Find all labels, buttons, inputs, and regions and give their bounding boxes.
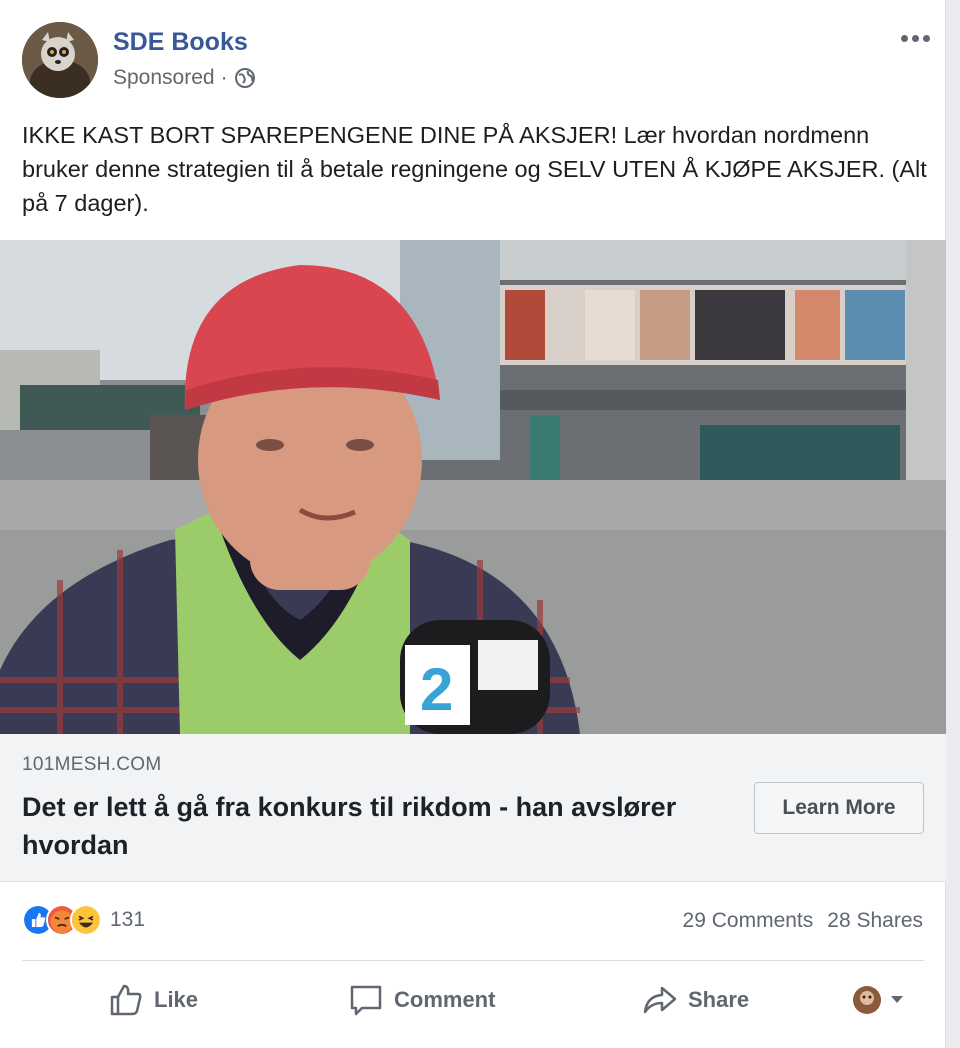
engagement-stats: 29 Comments 28 Shares: [683, 909, 923, 933]
thumbs-up-icon: [110, 984, 142, 1016]
shares-count-link[interactable]: 28 Shares: [827, 909, 923, 933]
haha-reaction-icon: [70, 904, 102, 936]
link-preview[interactable]: 101MESH.COM Det er lett å gå fra konkurs…: [0, 734, 946, 882]
separator-dot: ·: [220, 66, 228, 89]
page-avatar[interactable]: [22, 22, 98, 98]
reaction-count[interactable]: 131: [110, 908, 145, 932]
share-label: Share: [688, 987, 750, 1012]
comments-count-link[interactable]: 29 Comments: [683, 909, 814, 933]
like-label: Like: [154, 987, 199, 1012]
like-button[interactable]: Like: [108, 976, 198, 1024]
sponsored-label[interactable]: Sponsored: [113, 66, 215, 90]
more-options-icon[interactable]: [890, 24, 940, 52]
sponsored-post-card: SDE Books Sponsored · IKKE KAST BORT SPA…: [0, 0, 946, 1048]
page-name-link[interactable]: SDE Books: [113, 28, 248, 57]
comment-bubble-icon: [350, 985, 382, 1016]
user-avatar-icon: [853, 986, 881, 1014]
reaction-summary[interactable]: 131: [22, 904, 145, 936]
post-message: IKKE KAST BORT SPAREPENGENE DINE PÅ AKSJ…: [22, 122, 927, 216]
learn-more-button[interactable]: Learn More: [754, 782, 924, 834]
comment-button[interactable]: Comment: [348, 976, 495, 1024]
post-image[interactable]: 2: [0, 240, 946, 734]
share-arrow-icon: [643, 986, 677, 1014]
sponsored-row: Sponsored ·: [113, 66, 256, 90]
link-headline[interactable]: Det er lett å gå fra konkurs til rikdom …: [22, 788, 722, 864]
globe-icon: [234, 68, 255, 88]
divider: [22, 960, 924, 961]
svg-text:2: 2: [420, 656, 453, 723]
comment-label: Comment: [394, 987, 496, 1012]
caret-down-icon: [891, 996, 903, 1003]
link-domain: 101MESH.COM: [22, 754, 162, 775]
share-button[interactable]: Share: [642, 976, 749, 1024]
reaction-identity-picker[interactable]: [852, 982, 904, 1018]
